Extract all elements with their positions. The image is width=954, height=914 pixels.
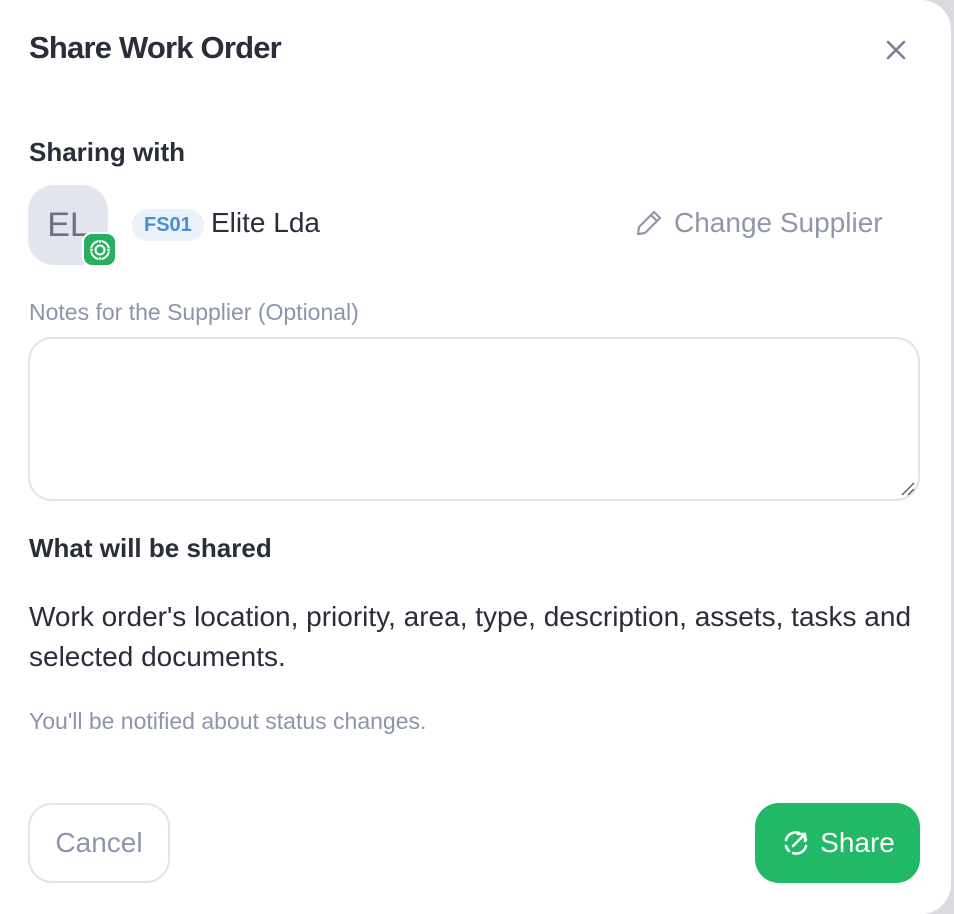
share-button[interactable]: Share	[755, 803, 920, 883]
cancel-button[interactable]: Cancel	[28, 803, 170, 883]
supplier-notes-textarea[interactable]	[28, 337, 920, 501]
share-label: Share	[820, 827, 895, 858]
target-icon	[88, 238, 111, 261]
dialog-title: Share Work Order	[29, 30, 282, 65]
cancel-label: Cancel	[55, 827, 143, 858]
notes-label: Notes for the Supplier (Optional)	[29, 299, 359, 325]
change-supplier-button[interactable]: Change Supplier	[634, 207, 883, 239]
avatar-badge	[82, 232, 117, 267]
share-work-order-dialog: Share Work Order Sharing with EL FS01 El…	[0, 0, 951, 914]
status-notification-note: You'll be notified about status changes.	[29, 708, 427, 734]
sharing-with-heading: Sharing with	[29, 137, 185, 167]
resize-handle-icon[interactable]	[898, 479, 916, 497]
shared-items-description: Work order's location, priority, area, t…	[29, 601, 912, 672]
close-button[interactable]	[880, 34, 912, 66]
pencil-icon	[636, 210, 662, 236]
change-supplier-label: Change Supplier	[674, 207, 883, 238]
what-will-be-shared-heading: What will be shared	[29, 533, 272, 563]
close-icon	[886, 40, 906, 60]
share-target-icon	[784, 831, 808, 855]
supplier-name: Elite Lda	[211, 207, 320, 238]
supplier-code-badge: FS01	[132, 209, 204, 241]
